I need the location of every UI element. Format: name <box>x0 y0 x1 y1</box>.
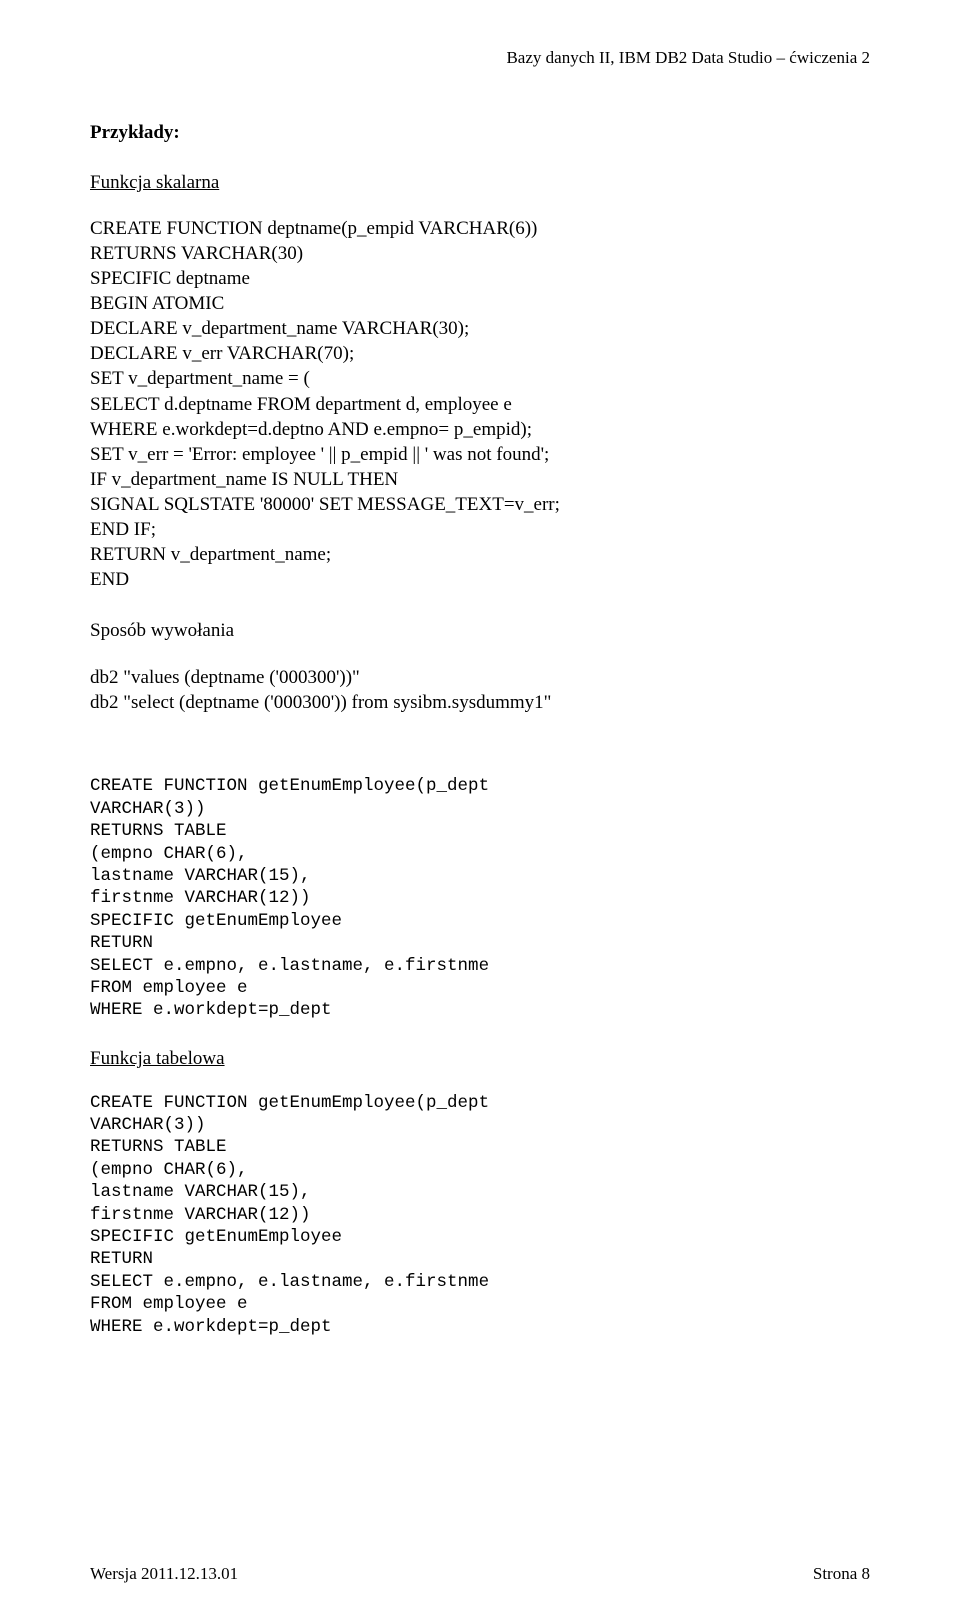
page-header: Bazy danych II, IBM DB2 Data Studio – ćw… <box>90 48 870 68</box>
invocation-heading: Sposób wywołania <box>90 618 870 643</box>
page-footer: Wersja 2011.12.13.01 Strona 8 <box>90 1564 870 1584</box>
header-text: Bazy danych II, IBM DB2 Data Studio – ćw… <box>506 48 870 67</box>
table-function-heading: Funkcja tabelowa <box>90 1048 870 1070</box>
footer-page-number: Strona 8 <box>813 1564 870 1584</box>
enum-employee-code-1: CREATE FUNCTION getEnumEmployee(p_dept V… <box>90 775 870 1021</box>
scalar-function-code: CREATE FUNCTION deptname(p_empid VARCHAR… <box>90 216 870 592</box>
invocation-code: db2 "values (deptname ('000300'))" db2 "… <box>90 665 870 715</box>
scalar-function-heading: Funkcja skalarna <box>90 172 870 194</box>
page: Bazy danych II, IBM DB2 Data Studio – ćw… <box>0 0 960 1624</box>
examples-title: Przykłady: <box>90 122 870 144</box>
footer-version: Wersja 2011.12.13.01 <box>90 1564 238 1584</box>
enum-employee-code-2: CREATE FUNCTION getEnumEmployee(p_dept V… <box>90 1092 870 1338</box>
